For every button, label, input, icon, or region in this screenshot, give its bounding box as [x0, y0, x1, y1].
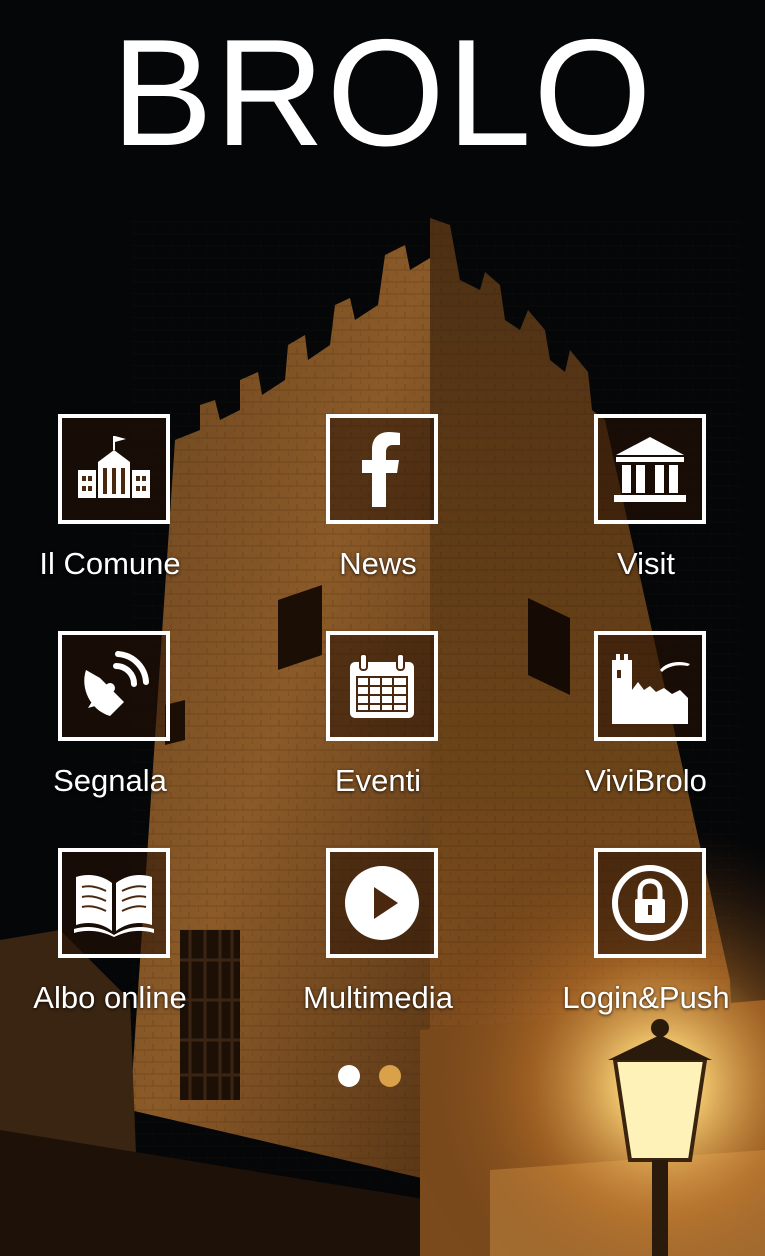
page-dot[interactable]: [379, 1065, 401, 1087]
tile-vivibrolo[interactable]: ViviBrolo: [566, 631, 736, 821]
tile-il-comune[interactable]: Il Comune: [30, 414, 200, 604]
tile-icon-frame: [594, 414, 706, 524]
page-indicator[interactable]: [0, 1065, 765, 1089]
tile-icon-frame: [58, 631, 170, 741]
tile-icon-frame: [326, 848, 438, 958]
tile-login-push[interactable]: Login&Push: [562, 848, 736, 1038]
tile-icon-frame: [58, 848, 170, 958]
tile-eventi[interactable]: Eventi: [298, 631, 468, 821]
tile-label: ViviBrolo: [585, 763, 707, 798]
tile-label: Login&Push: [562, 980, 730, 1015]
tile-label: Il Comune: [39, 546, 181, 581]
tile-icon-frame: [326, 414, 438, 524]
tile-icon-frame: [594, 631, 706, 741]
tile-label: News: [339, 546, 417, 581]
tile-label: Visit: [616, 546, 675, 581]
lock-icon: [612, 865, 688, 941]
town-hall-icon: [78, 436, 150, 498]
tile-visit[interactable]: Visit: [566, 414, 736, 604]
tile-segnala[interactable]: Segnala: [30, 631, 200, 821]
tile-icon-frame: [594, 848, 706, 958]
satellite-dish-icon: [84, 651, 149, 716]
museum-icon: [614, 437, 686, 502]
app-title: BROLO: [111, 8, 654, 178]
play-icon: [345, 866, 419, 940]
tile-news[interactable]: News: [298, 414, 468, 604]
tile-label: Eventi: [334, 763, 422, 798]
tile-label: Multimedia: [303, 980, 453, 1015]
tile-albo-online[interactable]: Albo online: [30, 848, 200, 1038]
calendar-icon: [350, 653, 414, 718]
page-dot-active[interactable]: [338, 1065, 360, 1087]
home-screen: BROLO Il Comune News Visit Segnala Event…: [0, 0, 765, 1256]
tile-icon-frame: [326, 631, 438, 741]
castle-icon: [612, 654, 690, 724]
tile-label: Albo online: [33, 980, 187, 1015]
tile-multimedia[interactable]: Multimedia: [298, 848, 468, 1038]
open-book-icon: [74, 875, 154, 937]
facebook-icon: [362, 432, 400, 507]
tile-icon-frame: [58, 414, 170, 524]
tile-label: Segnala: [53, 763, 167, 798]
